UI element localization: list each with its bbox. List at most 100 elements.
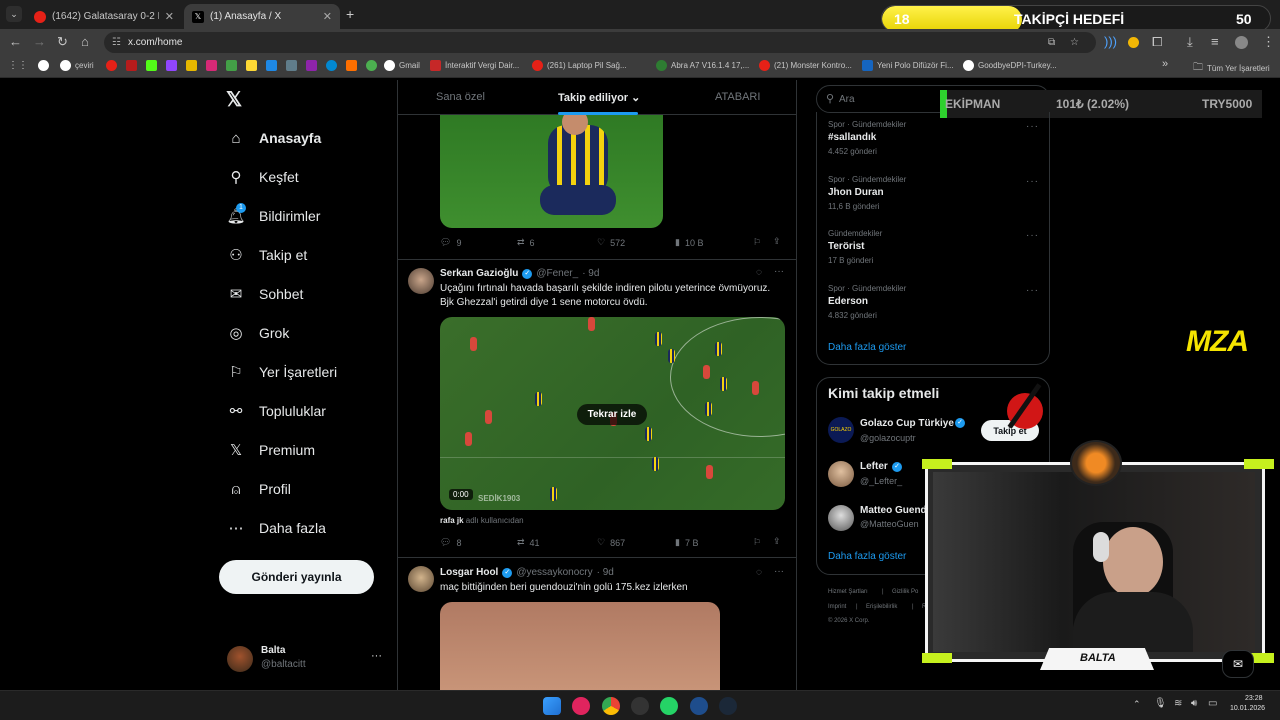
bookmark-yellow-icon[interactable] [186, 60, 197, 71]
nav-item-7[interactable]: ⚯ Topluluklar [227, 402, 326, 420]
app-icon[interactable] [126, 60, 137, 71]
suggestion-name[interactable]: Matteo Guend [860, 505, 927, 516]
bookmark-ceviri[interactable]: çeviri [60, 60, 94, 71]
grid-icon[interactable] [226, 60, 237, 71]
avatar[interactable]: GOLAZO [828, 417, 854, 443]
avatar[interactable] [408, 566, 434, 592]
bookmark-button[interactable]: ⚐ [753, 237, 761, 248]
nav-item-6[interactable]: ⚐ Yer İşaretleri [227, 363, 337, 381]
avatar[interactable] [408, 268, 434, 294]
all-bookmarks-folder[interactable]: 🗀 Tüm Yer İşaretleri [1193, 60, 1270, 77]
whatsapp-icon[interactable] [660, 697, 678, 715]
nav-item-2[interactable]: 🔔︎ 1 Bildirimler [226, 203, 320, 225]
ih-icon[interactable] [266, 60, 277, 71]
grok-icon[interactable]: ◌ [756, 567, 762, 578]
hb-icon[interactable] [346, 60, 357, 71]
home-page-icon[interactable]: ⌂ [81, 35, 89, 49]
author-name[interactable]: Losgar Hool [440, 567, 498, 578]
bookmark-button[interactable]: ⚐ [753, 537, 761, 548]
volume-icon[interactable]: 🔊︎ [1191, 698, 1197, 709]
more-icon[interactable]: ··· [774, 566, 784, 577]
extension-coin-icon[interactable] [1128, 37, 1139, 48]
chrome-web-icon[interactable] [366, 60, 377, 71]
repost-button[interactable]: ⇄ 41 [517, 537, 540, 548]
views-button[interactable]: ▮ 7 B [675, 537, 698, 548]
bookmark-google[interactable] [38, 60, 49, 71]
nav-item-10[interactable]: ⋯ Daha fazla [227, 519, 326, 537]
trend-name[interactable]: #sallandık [828, 132, 876, 143]
bookmarks-overflow-icon[interactable]: » [1162, 58, 1168, 70]
views-button[interactable]: ▮ 10 B [675, 237, 703, 248]
download-icon[interactable]: ⤓ [1187, 35, 1193, 49]
youtube-icon[interactable] [106, 60, 117, 71]
apps-icon[interactable]: ⋮⋮ [8, 60, 28, 71]
kick-icon[interactable] [146, 60, 157, 71]
video-player[interactable]: Tekrar izle 0:00 SEDİK1903 [440, 317, 785, 510]
forward-icon[interactable]: → [33, 35, 46, 49]
trend-name[interactable]: Terörist [828, 241, 865, 252]
close-tab-icon[interactable]: ✕ [165, 10, 174, 23]
avatar[interactable] [828, 461, 854, 487]
address-bar[interactable]: ☷ x.com/home ⧉ ☆ [104, 32, 1096, 53]
clock-date[interactable]: 10.01.2026 [1230, 705, 1265, 712]
avatar[interactable] [828, 505, 854, 531]
nav-item-9[interactable]: ⍝ Profil [227, 480, 290, 498]
like-button[interactable]: ♡ 867 [597, 537, 625, 548]
install-icon[interactable]: ⧉ [1048, 32, 1055, 53]
menu-icon[interactable]: ⋮ [1262, 35, 1275, 49]
instagram-icon[interactable] [206, 60, 217, 71]
tab-atabari[interactable]: ATABARI [715, 91, 760, 103]
share-button[interactable]: ⇪ [773, 536, 781, 547]
suggestion-handle[interactable]: @golazocuptr [860, 433, 916, 443]
post-button[interactable]: Gönderi yayınla [219, 560, 374, 594]
site-info-icon[interactable]: ☷ [112, 32, 121, 53]
tab-search-button[interactable]: ⌄ [6, 6, 22, 22]
nav-item-8[interactable]: 𝕏 Premium [227, 441, 315, 459]
bookmark-monster[interactable]: (21) Monster Kontro... [759, 60, 852, 71]
show-more-link[interactable]: Daha fazla göster [828, 342, 906, 353]
show-more-link[interactable]: Daha fazla göster [828, 551, 906, 562]
author-name[interactable]: Serkan Gazioğlu [440, 268, 518, 279]
bookmark-abra[interactable]: Abra A7 V16.1.4 17,... [656, 60, 749, 71]
bookmark-laptop[interactable]: (261) Laptop Pil Sağ... [532, 60, 627, 71]
footer-link[interactable]: Imprint [828, 604, 846, 610]
suggestion-name[interactable]: Lefter [860, 461, 888, 472]
more-icon[interactable]: ··· [371, 650, 382, 662]
nav-item-0[interactable]: ⌂ Anasayfa [227, 129, 321, 147]
media-player-icon[interactable] [572, 697, 590, 715]
windows-start-icon[interactable] [543, 697, 561, 715]
account-switcher[interactable]: Balta @baltacitt ··· [219, 640, 389, 676]
back-icon[interactable]: ← [9, 35, 22, 49]
extension-signal-icon[interactable]: ))) [1104, 35, 1117, 49]
bookmark-polo[interactable]: Yeni Polo Difüzör Fi... [862, 60, 954, 71]
wifi-icon[interactable]: ≋ [1174, 698, 1182, 709]
more-icon[interactable]: ··· [1026, 176, 1039, 187]
post-image[interactable] [440, 115, 663, 228]
battery-icon[interactable]: ▭ [1208, 698, 1217, 709]
twitch-icon[interactable] [166, 60, 177, 71]
browser-tab-youtube[interactable]: (1642) Galatasaray 0-2 Fenerba ✕ [26, 4, 182, 29]
bookmark-goodbyedpi[interactable]: GoodbyeDPI-Turkey... [963, 60, 1057, 71]
browser-tab-x[interactable]: 𝕏 (1) Anasayfa / X ✕ [184, 4, 340, 29]
reply-button[interactable]: 💬︎ 8 [440, 537, 461, 548]
trend-name[interactable]: Ederson [828, 296, 868, 307]
more-icon[interactable]: ··· [1026, 230, 1039, 241]
s-icon[interactable] [246, 60, 257, 71]
grok-icon[interactable]: ◌ [756, 267, 762, 278]
suggestion-handle[interactable]: @_Lefter_ [860, 476, 902, 486]
footer-link[interactable]: © 2026 X Corp. [828, 618, 869, 624]
media-icon[interactable]: ≡ [1211, 35, 1219, 49]
extensions-icon[interactable]: ⧠ [1152, 35, 1162, 49]
nav-item-4[interactable]: ✉ Sohbet [227, 285, 304, 303]
messages-drawer-button[interactable]: ✉ [1222, 650, 1254, 678]
globe-icon[interactable] [326, 60, 337, 71]
footer-link[interactable]: Hizmet Şartları [828, 589, 868, 595]
bookmark-vergi[interactable]: İnteraktif Vergi Dair... [430, 60, 519, 71]
post-time[interactable]: · 9d [582, 268, 599, 279]
reply-button[interactable]: 💬︎ 9 [440, 237, 461, 248]
replay-button[interactable]: Tekrar izle [577, 404, 647, 425]
steam-icon[interactable] [719, 697, 737, 715]
trend-name[interactable]: Jhon Duran [828, 187, 884, 198]
suggestion-name[interactable]: Golazo Cup Türkiye [860, 418, 954, 429]
profile-avatar-icon[interactable] [1235, 36, 1248, 49]
